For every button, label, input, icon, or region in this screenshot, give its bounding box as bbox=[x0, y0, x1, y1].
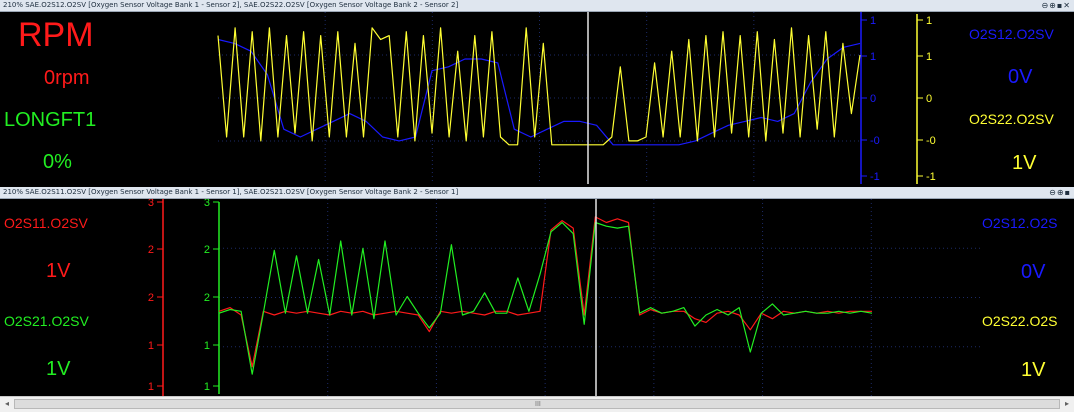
panel2-green-axis-tick-label: 1 bbox=[204, 381, 210, 393]
panel1-blue-axis-tick-label: 1 bbox=[870, 51, 876, 63]
panel2-readout-o2s21-value: 1V bbox=[46, 358, 71, 380]
panel1-readout-o2s12-label: O2S12.O2SV bbox=[969, 26, 1054, 42]
panel2-red-axis-tick-label: 1 bbox=[148, 340, 154, 352]
panel1-readout-o2s12-value: 0V bbox=[1008, 66, 1033, 88]
panel2-readout-o2s11-label: O2S11.O2SV bbox=[4, 215, 88, 231]
scrollbar-grip-icon: III bbox=[535, 401, 541, 408]
panel2-chart-pane[interactable]: 3 2 2 1 1 3 2 2 1 1 O2S11.O2SV 1V O2S21.O2SV 1V O… bbox=[0, 199, 1074, 396]
scrollbar-thumb[interactable]: III bbox=[14, 399, 1060, 409]
panel2-readout-o2s12-value: 0V bbox=[1021, 261, 1046, 283]
panel1-window-controls[interactable]: ⊖⊕▪✕ bbox=[1041, 0, 1071, 11]
horizontal-scrollbar[interactable]: ◂ III ▸ bbox=[0, 396, 1074, 412]
panel2-green-axis-tick-label: 3 bbox=[204, 199, 210, 209]
panel1-yellow-axis-tick-label: -0 bbox=[926, 135, 936, 147]
panel2-green-axis-tick-label: 1 bbox=[204, 340, 210, 352]
panel1-title: 210% SAE.O2S12.O2SV [Oxygen Sensor Volta… bbox=[3, 1, 459, 9]
panel2-green-axis-tick-label: 2 bbox=[204, 244, 210, 256]
panel1-yellow-axis-tick-label: 0 bbox=[926, 93, 932, 105]
panel1-yellow-axis-tick-label: 1 bbox=[926, 15, 932, 27]
panel1-blue-axis-tick-label: -1 bbox=[870, 171, 880, 183]
scroll-left-arrow-icon[interactable]: ◂ bbox=[1, 398, 13, 410]
panel2-gridlines bbox=[219, 199, 980, 396]
panel2-readout-o2s12-label: O2S12.O2S bbox=[982, 215, 1058, 231]
panel2-readout-o2s21-label: O2S21.O2SV bbox=[4, 313, 89, 329]
panel1-readout-rpm-value: 0rpm bbox=[44, 67, 90, 89]
panel1-chart[interactable]: 1 1 0 -0 -1 1 1 0 -0 -1 bbox=[0, 12, 1074, 186]
panel1-blue-axis-tick-label: 0 bbox=[870, 93, 876, 105]
panel1-readout-o2s22-label: O2S22.O2SV bbox=[969, 111, 1054, 127]
panel1-readout-o2s22-value: 1V bbox=[1012, 152, 1037, 174]
panel2-title: 210% SAE.O2S11.O2SV [Oxygen Sensor Volta… bbox=[3, 188, 459, 196]
panel2-red-axis-tick-label: 2 bbox=[148, 244, 154, 256]
panel2-red-axis-tick-label: 3 bbox=[148, 199, 154, 209]
scroll-right-arrow-icon[interactable]: ▸ bbox=[1061, 398, 1073, 410]
panel1-titlebar[interactable]: 210% SAE.O2S12.O2SV [Oxygen Sensor Volta… bbox=[0, 0, 1074, 12]
panel1-readout-longft1-label: LONGFT1 bbox=[4, 109, 97, 131]
panel2-chart[interactable]: 3 2 2 1 1 3 2 2 1 1 bbox=[0, 199, 1074, 396]
panel1-yellow-axis-tick-label: -1 bbox=[926, 171, 936, 183]
panel1-yellow-axis-tick-label: 1 bbox=[926, 51, 932, 63]
panel1-series bbox=[217, 27, 861, 146]
panel2-window-controls[interactable]: ⊖⊕▪ bbox=[1049, 187, 1071, 198]
panel1-axis-ticks: 1 1 0 -0 -1 1 1 0 -0 -1 bbox=[861, 15, 936, 183]
panel1-readout-longft1-value: 0% bbox=[43, 151, 72, 173]
panel2-red-axis-tick-label: 2 bbox=[148, 292, 154, 304]
panel2-readout-o2s22-label: O2S22.O2S bbox=[982, 313, 1058, 329]
panel2-red-axis-tick-label: 1 bbox=[148, 381, 154, 393]
panel1-blue-axis-tick-label: -0 bbox=[870, 135, 880, 147]
panel2-green-axis-tick-label: 2 bbox=[204, 292, 210, 304]
panel1-series-o2s22-line bbox=[217, 27, 861, 146]
panel2-axis-ticks: 3 2 2 1 1 3 2 2 1 1 bbox=[148, 199, 219, 393]
panel2-readout-o2s22-value: 1V bbox=[1021, 359, 1046, 381]
panel1-chart-pane[interactable]: 1 1 0 -0 -1 1 1 0 -0 -1 RPM 0rpm LONGFT1 0% O2S12… bbox=[0, 12, 1074, 186]
panel2-readout-o2s11-value: 1V bbox=[46, 260, 71, 282]
panel1-readout-rpm-label: RPM bbox=[18, 16, 94, 54]
panel1-gridlines bbox=[218, 12, 861, 184]
panel1-blue-axis-tick-label: 1 bbox=[870, 15, 876, 27]
panel2-titlebar[interactable]: 210% SAE.O2S11.O2SV [Oxygen Sensor Volta… bbox=[0, 187, 1074, 199]
